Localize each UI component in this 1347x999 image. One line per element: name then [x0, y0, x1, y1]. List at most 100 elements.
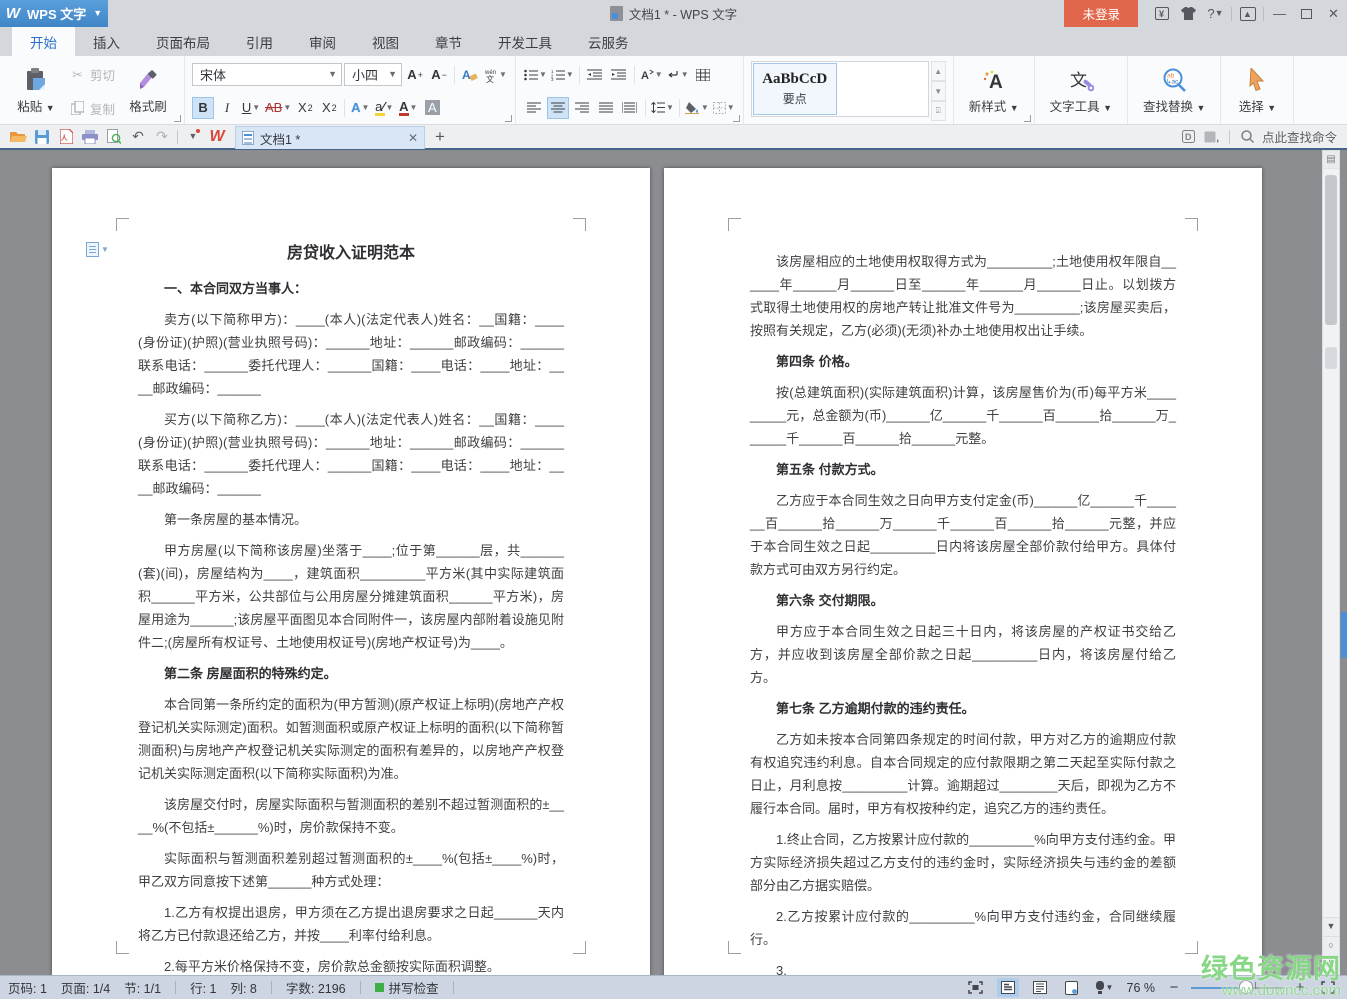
fit-page-button[interactable]: [1317, 978, 1339, 997]
increase-indent-button[interactable]: [608, 64, 630, 86]
align-center-button[interactable]: [547, 97, 569, 119]
close-button[interactable]: ✕: [1320, 0, 1347, 27]
zoom-slider-thumb[interactable]: [1239, 980, 1253, 994]
decrease-indent-button[interactable]: [584, 64, 606, 86]
text-effects-button[interactable]: A▼: [349, 97, 371, 119]
wps-app-button[interactable]: W WPS 文字 ▼: [0, 0, 108, 27]
justify-button[interactable]: [595, 97, 617, 119]
font-size-combo[interactable]: 小四▼: [344, 63, 402, 86]
bold-button[interactable]: B: [192, 97, 214, 119]
shading-fill-button[interactable]: ▼: [684, 97, 710, 119]
document-canvas[interactable]: ▼ 房贷收入证明范本一、本合同双方当事人：卖方(以下简称甲方)：____(本人)…: [0, 150, 1347, 975]
doc-paragraph[interactable]: 该房屋交付时，房屋实际面积与暂测面积的差别不超过暂测面积的±____%(不包括±…: [138, 793, 564, 839]
show-paragraph-marks-button[interactable]: ▼: [666, 64, 690, 86]
eye-protection-mode-button[interactable]: ▼: [1093, 978, 1115, 997]
doc-paragraph[interactable]: 第二条 房屋面积的特殊约定。: [138, 662, 564, 685]
help-menu-button[interactable]: ?▼: [1202, 0, 1229, 27]
doc-paragraph[interactable]: 2.乙方按累计应付款的_________%向甲方支付违约金，合同继续履行。: [750, 905, 1176, 951]
ribbon-tab[interactable]: 视图: [354, 27, 417, 56]
superscript-button[interactable]: X2: [294, 97, 316, 119]
new-tab-button[interactable]: +: [425, 127, 455, 147]
web-layout-view-button[interactable]: [1061, 978, 1083, 997]
vertical-scrollbar[interactable]: ▤ ▼ ○ ∨∨: [1322, 150, 1340, 975]
doc-paragraph[interactable]: 一、本合同双方当事人：: [138, 277, 564, 300]
bullet-list-button[interactable]: ▼: [523, 64, 548, 86]
doc-paragraph[interactable]: 该房屋相应的土地使用权取得方式为_________;土地使用权年限自______…: [750, 250, 1176, 342]
doc-paragraph[interactable]: 本合同第一条所约定的面积为(甲方暂测)(原产权证上标明)(房地产产权登记机关实际…: [138, 693, 564, 785]
ruler-toggle-icon[interactable]: ▤: [1323, 151, 1339, 169]
doc-paragraph[interactable]: 乙方如未按本合同第四条规定的时间付款，甲方对乙方的逾期应付款有权追究违约利息。自…: [750, 728, 1176, 820]
login-button[interactable]: 未登录: [1064, 0, 1138, 27]
highlight-color-button[interactable]: a⁄▼: [373, 97, 395, 119]
ribbon-tab[interactable]: 插入: [75, 27, 138, 56]
select-button[interactable]: 选择 ▼: [1228, 61, 1286, 121]
doc-paragraph[interactable]: 买方(以下简称乙方)：____(本人)(法定代表人)姓名：__国籍：____(身…: [138, 408, 564, 500]
find-replace-button[interactable]: ab↳ac 查找替换 ▼: [1135, 61, 1213, 121]
gallery-scroll-down-button[interactable]: ▼: [931, 81, 946, 101]
doc-paragraph[interactable]: 甲方应于本合同生效之日起三十日内，将该房屋的产权证书交给乙方，并应收到该房屋全部…: [750, 620, 1176, 689]
doc-paragraph[interactable]: 1.乙方有权提出退房，甲方须在乙方提出退房要求之日起______天内将乙方已付款…: [138, 901, 564, 947]
increase-font-button[interactable]: A+: [404, 64, 426, 86]
outline-view-button[interactable]: [1029, 978, 1051, 997]
decrease-font-button[interactable]: A−: [428, 64, 450, 86]
print-preview-button[interactable]: [102, 125, 126, 148]
save-button[interactable]: [30, 125, 54, 148]
maximize-button[interactable]: [1293, 0, 1320, 27]
underline-button[interactable]: U▼: [240, 97, 262, 119]
paste-button[interactable]: 粘贴 ▼: [7, 61, 65, 121]
fullscreen-view-button[interactable]: [965, 978, 987, 997]
find-command-search[interactable]: 点此查找命令: [1262, 127, 1337, 146]
dialog-launcher-icon[interactable]: [505, 115, 512, 122]
insert-table-icon-button[interactable]: [692, 64, 714, 86]
italic-button[interactable]: I: [216, 97, 238, 119]
doc-paragraph[interactable]: 实际面积与暂测面积差别超过暂测面积的±____%(包括±____%)时，甲乙双方…: [138, 847, 564, 893]
numbered-list-button[interactable]: 123▼: [550, 64, 575, 86]
document-tab[interactable]: 文档1 * ✕: [235, 126, 425, 149]
character-shading-button[interactable]: A: [421, 97, 443, 119]
doc-paragraph[interactable]: 2.每平方米价格保持不变，房价款总金额按实际面积调整。: [138, 955, 564, 975]
wallet-icon[interactable]: ¥: [1148, 0, 1175, 27]
gallery-more-button[interactable]: ⍗: [931, 101, 946, 121]
page-setup-icon[interactable]: ▼: [86, 242, 109, 257]
clear-format-button[interactable]: A: [459, 64, 481, 86]
distribute-text-button[interactable]: [619, 97, 641, 119]
document-page-1[interactable]: ▼ 房贷收入证明范本一、本合同双方当事人：卖方(以下简称甲方)：____(本人)…: [52, 168, 650, 975]
status-word-count[interactable]: 字数: 2196: [286, 978, 346, 997]
font-color-button[interactable]: A▼: [397, 97, 419, 119]
new-style-button[interactable]: A 新样式 ▼: [961, 61, 1027, 121]
close-tab-icon[interactable]: ✕: [408, 131, 418, 145]
cut-button[interactable]: ✂ 剪切: [65, 63, 119, 85]
copy-button[interactable]: 复制: [65, 97, 119, 119]
doc-paragraph[interactable]: 第六条 交付期限。: [750, 589, 1176, 612]
ribbon-tab[interactable]: 开始: [12, 27, 75, 56]
page-view-button[interactable]: [997, 978, 1019, 997]
doc-paragraph[interactable]: 第七条 乙方逾期付款的违约责任。: [750, 697, 1176, 720]
scroll-down-button[interactable]: ▼: [1323, 917, 1339, 936]
zoom-in-button[interactable]: +: [1293, 979, 1307, 996]
doc-paragraph[interactable]: 乙方应于本合同生效之日向甲方支付定金(币)______亿______千_____…: [750, 489, 1176, 581]
doc-paragraph[interactable]: 房贷收入证明范本: [138, 242, 564, 265]
redo-button[interactable]: ↷: [150, 125, 174, 148]
font-name-combo[interactable]: 宋体▼: [192, 63, 342, 86]
ribbon-tab[interactable]: 云服务: [570, 27, 647, 56]
style-chip-keypoint[interactable]: AaBbCcD 要点: [753, 63, 837, 115]
ribbon-tab[interactable]: 开发工具: [480, 27, 570, 56]
zoom-slider[interactable]: [1191, 978, 1283, 997]
ribbon-tab[interactable]: 章节: [417, 27, 480, 56]
align-left-button[interactable]: [523, 97, 545, 119]
skin-theme-icon[interactable]: [1175, 0, 1202, 27]
sidebar-toggle-icon[interactable]: [1203, 128, 1220, 145]
print-button[interactable]: [78, 125, 102, 148]
ribbon-tab[interactable]: 审阅: [291, 27, 354, 56]
spell-check-status[interactable]: 拼写检查: [375, 978, 439, 997]
gallery-scroll-up-button[interactable]: ▲: [931, 61, 946, 81]
collapse-ribbon-button[interactable]: ▲: [1234, 0, 1261, 27]
ribbon-tab[interactable]: 页面布局: [138, 27, 228, 56]
doc-paragraph[interactable]: 1.终止合同，乙方按累计应付款的_________%向甲方支付违约金。甲方实际经…: [750, 828, 1176, 897]
doc-paragraph[interactable]: 甲方房屋(以下简称该房屋)坐落于____;位于第______层，共______(…: [138, 539, 564, 654]
doc-paragraph[interactable]: 第四条 价格。: [750, 350, 1176, 373]
line-spacing-button[interactable]: ▼: [650, 97, 675, 119]
doc-paragraph[interactable]: 按(总建筑面积)(实际建筑面积)计算，该房屋售价为(币)每平方米________…: [750, 381, 1176, 450]
scrollbar-thumb[interactable]: [1325, 175, 1337, 325]
doc-paragraph[interactable]: 3.______________________________________…: [750, 959, 1176, 975]
